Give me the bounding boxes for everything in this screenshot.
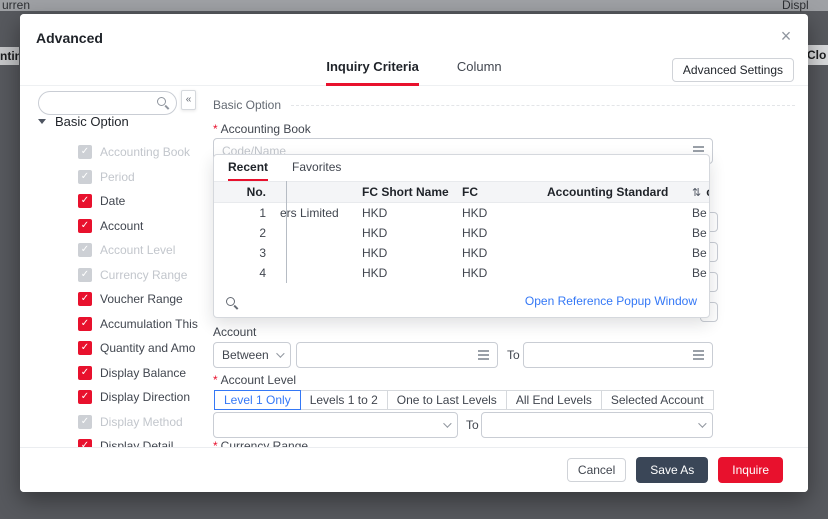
checkbox-checked-icon[interactable] (78, 169, 92, 184)
open-reference-popup-link[interactable]: Open Reference Popup Window (525, 294, 697, 308)
sidebar-item-account[interactable]: Account (20, 214, 212, 239)
backdrop-top-strip: urren Displ (0, 0, 828, 12)
caret-down-icon (38, 119, 46, 124)
account-level-to-select[interactable] (481, 412, 713, 438)
checkbox-checked-icon[interactable] (78, 292, 92, 307)
dialog-footer: Cancel Save As Inquire (20, 447, 808, 492)
checkbox-checked-icon[interactable] (78, 267, 92, 282)
account-to-label: To (507, 348, 520, 362)
currency-range-label: * Currency Range (213, 439, 308, 447)
sidebar-option-list: Accounting Book Period Date Account Acco… (20, 140, 212, 447)
segment-all-end-levels[interactable]: All End Levels (505, 390, 602, 410)
table-row[interactable]: 4 HKD HKD Be (214, 263, 709, 283)
backdrop-text-fragment: Clo (807, 45, 828, 65)
section-basic-option: Basic Option (213, 98, 795, 112)
accounting-book-label: * Accounting Book (213, 122, 311, 136)
account-level-label: * Account Level (213, 373, 297, 387)
tree-node-label: Basic Option (55, 114, 129, 129)
account-operator-select[interactable]: Between (213, 342, 291, 368)
sidebar-item-account-level[interactable]: Account Level (20, 238, 212, 263)
required-mark: * (213, 439, 218, 447)
checkbox-checked-icon[interactable] (78, 194, 92, 209)
backdrop-text-fragment: urren (2, 0, 31, 12)
frozen-column-divider (286, 181, 287, 283)
checkbox-checked-icon[interactable] (78, 365, 92, 380)
reference-list-icon (693, 354, 704, 356)
close-icon[interactable]: × (774, 24, 798, 48)
column-settings-icon[interactable]: ⇅ (692, 186, 701, 199)
segment-one-to-last-levels[interactable]: One to Last Levels (386, 390, 507, 410)
required-mark: * (213, 373, 218, 387)
cancel-button[interactable]: Cancel (566, 458, 627, 482)
dropdown-footer: Open Reference Popup Window (214, 294, 709, 317)
sidebar-item-currency-range[interactable]: Currency Range (20, 263, 212, 288)
dropdown-grid-header: No. FC Short Name FC Accounting Standard… (214, 181, 709, 203)
sidebar-collapse-button[interactable]: « (181, 90, 196, 110)
tab-column[interactable]: Column (457, 59, 502, 86)
sidebar-item-date[interactable]: Date (20, 189, 212, 214)
tree-node-basic-option[interactable]: Basic Option (38, 114, 129, 129)
table-row[interactable]: 1 ers Limited HKD HKD Be (214, 203, 709, 223)
chevron-down-icon (443, 419, 452, 428)
account-from-input[interactable] (296, 342, 498, 368)
advanced-settings-button[interactable]: Advanced Settings (671, 58, 794, 82)
sidebar-item-accounting-book[interactable]: Accounting Book (20, 140, 212, 165)
account-label: Account (213, 325, 257, 339)
sidebar-item-display-detail[interactable]: Display Detail (20, 434, 212, 447)
sidebar-search-input[interactable] (38, 91, 177, 115)
sidebar-item-display-method[interactable]: Display Method (20, 410, 212, 435)
section-title: Basic Option (213, 98, 282, 112)
account-level-to-label: To (466, 418, 479, 432)
checkbox-checked-icon[interactable] (78, 316, 92, 331)
sidebar-item-period[interactable]: Period (20, 165, 212, 190)
save-as-button[interactable]: Save As (636, 457, 709, 483)
col-header-accounting-standard[interactable]: Accounting Standard (547, 185, 682, 199)
backdrop-text-fragment: ntin (0, 47, 19, 65)
reference-list-icon (478, 354, 489, 356)
col-header-fc-short-name[interactable]: FC Short Name (362, 185, 462, 199)
section-divider (291, 104, 795, 106)
account-level-from-select[interactable] (213, 412, 458, 438)
advanced-dialog: Advanced × Inquiry Criteria Column Advan… (20, 14, 808, 492)
sidebar-item-display-balance[interactable]: Display Balance (20, 361, 212, 386)
reference-list-icon (693, 150, 704, 152)
tab-favorites[interactable]: Favorites (292, 155, 341, 181)
tab-inquiry-criteria[interactable]: Inquiry Criteria (326, 59, 419, 86)
col-header-fc[interactable]: FC (462, 185, 547, 199)
tab-recent[interactable]: Recent (228, 155, 269, 181)
sidebar-item-display-direction[interactable]: Display Direction (20, 385, 212, 410)
account-level-segments: Level 1 Only Levels 1 to 2 One to Last L… (214, 390, 714, 410)
table-row[interactable]: 2 HKD HKD Be (214, 223, 709, 243)
backdrop-text-fragment: Displ (782, 0, 809, 12)
checkbox-checked-icon[interactable] (78, 218, 92, 233)
dialog-header: Advanced × Inquiry Criteria Column Advan… (20, 14, 808, 86)
dropdown-grid-rows: 1 ers Limited HKD HKD Be 2 HKD HKD Be 3 … (214, 181, 709, 283)
segment-selected-account[interactable]: Selected Account (600, 390, 714, 410)
col-header-clipped: ⇅ c (682, 185, 709, 199)
checkbox-checked-icon[interactable] (78, 439, 92, 447)
search-icon (157, 97, 166, 106)
col-header-no[interactable]: No. (214, 185, 274, 199)
sidebar-item-accumulation-this[interactable]: Accumulation This (20, 312, 212, 337)
chevron-down-icon (698, 419, 707, 428)
checkbox-checked-icon[interactable] (78, 341, 92, 356)
inquire-button[interactable]: Inquire (718, 457, 783, 483)
clipped-next-field: * Currency Range (213, 439, 308, 447)
dialog-title: Advanced (36, 30, 103, 46)
dropdown-tabs: Recent Favorites (214, 155, 709, 181)
account-to-input[interactable] (523, 342, 713, 368)
sidebar-item-quantity-and-amount[interactable]: Quantity and Amo (20, 336, 212, 361)
sidebar-item-voucher-range[interactable]: Voucher Range (20, 287, 212, 312)
segment-levels-1-to-2[interactable]: Levels 1 to 2 (299, 390, 388, 410)
checkbox-checked-icon[interactable] (78, 243, 92, 258)
checkbox-checked-icon[interactable] (78, 414, 92, 429)
segment-level-1-only[interactable]: Level 1 Only (214, 390, 301, 410)
chevron-down-icon (276, 349, 285, 358)
table-row[interactable]: 3 HKD HKD Be (214, 243, 709, 263)
checkbox-checked-icon[interactable] (78, 390, 92, 405)
required-mark: * (213, 122, 218, 136)
zoom-icon[interactable] (226, 296, 235, 306)
checkbox-checked-icon[interactable] (78, 145, 92, 160)
accounting-book-dropdown: Recent Favorites No. FC Short Name FC Ac… (213, 154, 710, 318)
